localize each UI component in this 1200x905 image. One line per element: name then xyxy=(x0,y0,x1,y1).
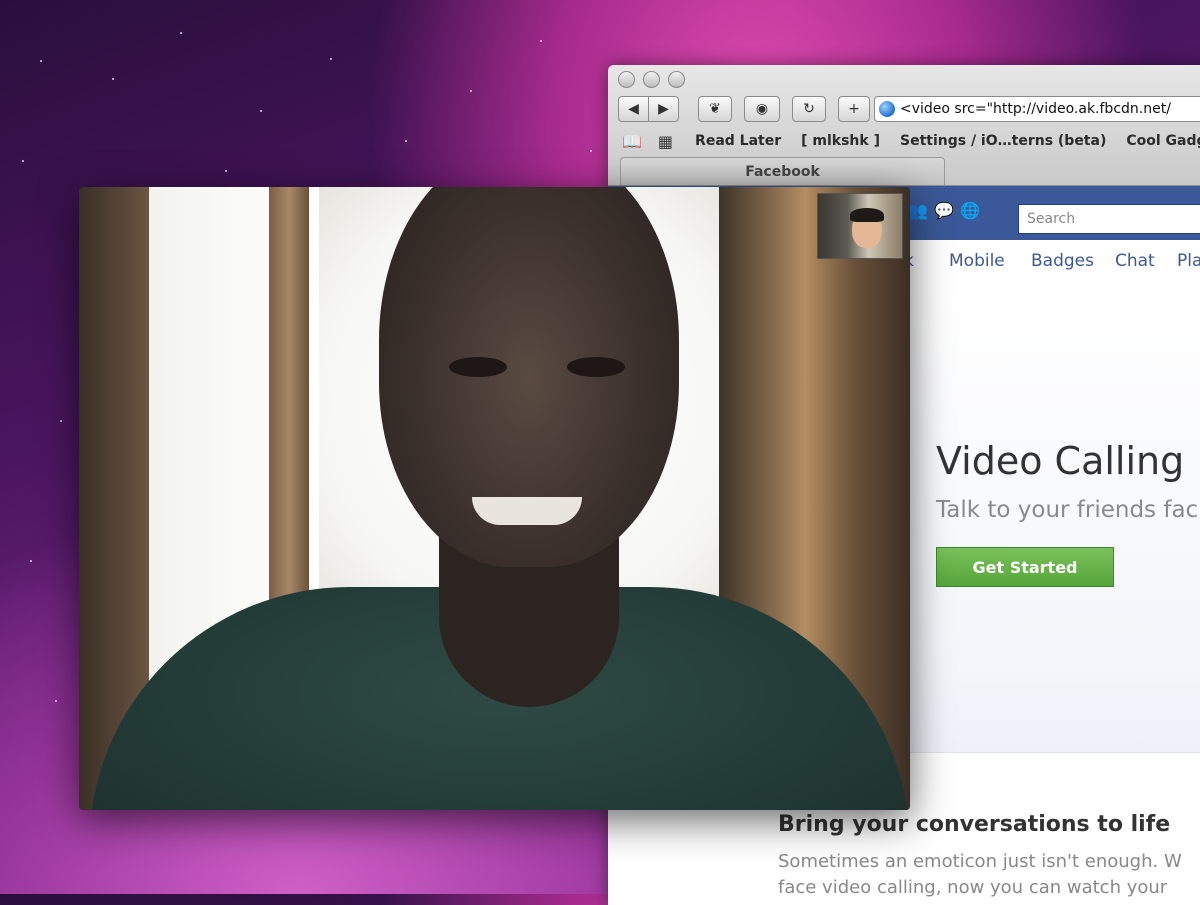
nav-link-chat[interactable]: Chat xyxy=(1115,251,1155,271)
bookmark-read-later[interactable]: Read Later xyxy=(695,133,781,149)
star xyxy=(55,700,57,702)
readlater-extension-button[interactable]: ◉ xyxy=(744,96,780,122)
bookmark-mlkshk[interactable]: [ mlkshk ] xyxy=(801,133,880,149)
minimize-window-button[interactable] xyxy=(643,71,660,88)
self-view-preview[interactable] xyxy=(817,193,903,259)
star xyxy=(260,110,262,112)
evernote-extension-button[interactable]: ❦ xyxy=(698,96,732,122)
top-sites-grid-icon[interactable]: ▦ xyxy=(658,132,673,151)
tab-bar: Facebook xyxy=(608,155,1200,185)
remote-caller-eye xyxy=(567,357,625,377)
video-background xyxy=(269,187,309,607)
browser-chrome: ◀ ▶ ❦ ◉ ↻ + <video src="http://video.ak.… xyxy=(608,65,1200,186)
description-line: face video calling, now you can watch yo… xyxy=(778,877,1168,898)
star xyxy=(40,60,42,62)
section-heading: Bring your conversations to life xyxy=(778,812,1171,837)
get-started-button[interactable]: Get Started xyxy=(936,547,1114,587)
section-description: Sometimes an emoticon just isn't enough.… xyxy=(778,849,1182,901)
star xyxy=(540,40,542,42)
notifications-globe-icon[interactable]: 🌐 xyxy=(960,202,980,220)
star xyxy=(405,140,407,142)
eye-icon: ◉ xyxy=(755,101,769,117)
nav-link-badges[interactable]: Badges xyxy=(1031,251,1094,271)
address-bar[interactable]: <video src="http://video.ak.fbcdn.net/ xyxy=(874,96,1200,122)
star xyxy=(180,32,182,34)
bookmark-cool-gadget[interactable]: Cool Gadget… xyxy=(1126,133,1200,149)
star xyxy=(470,90,472,92)
star xyxy=(22,160,24,162)
back-button[interactable]: ◀ xyxy=(618,96,649,122)
close-window-button[interactable] xyxy=(618,71,635,88)
star xyxy=(590,150,592,152)
star xyxy=(225,170,227,172)
nav-link-places[interactable]: Pla xyxy=(1177,251,1200,271)
bookmarks-bar: 📖 ▦ Read Later [ mlkshk ] Settings / iO…… xyxy=(608,129,1200,153)
page-subtitle: Talk to your friends fac xyxy=(936,497,1199,523)
elephant-icon: ❦ xyxy=(709,101,721,117)
reload-button[interactable]: ↻ xyxy=(792,96,826,122)
nav-link-mobile[interactable]: Mobile xyxy=(949,251,1005,271)
self-view-hair xyxy=(850,208,884,222)
star xyxy=(30,560,32,562)
tab-facebook[interactable]: Facebook xyxy=(620,157,945,185)
zoom-window-button[interactable] xyxy=(668,71,685,88)
window-controls xyxy=(618,71,685,88)
star xyxy=(60,420,62,422)
globe-icon xyxy=(879,101,895,117)
remote-caller-smile xyxy=(472,497,582,525)
notification-jewels: 👥 💬 🌐 xyxy=(908,202,980,220)
video-call-window[interactable] xyxy=(79,187,910,810)
page-title: Video Calling xyxy=(936,439,1185,483)
star xyxy=(112,78,114,80)
bookmark-settings[interactable]: Settings / iO…terns (beta) xyxy=(900,133,1106,149)
friend-requests-icon[interactable]: 👥 xyxy=(908,202,928,220)
reading-list-icon[interactable]: 📖 xyxy=(622,132,642,151)
forward-button[interactable]: ▶ xyxy=(648,96,679,122)
address-text: <video src="http://video.ak.fbcdn.net/ xyxy=(900,101,1171,117)
search-input[interactable]: Search xyxy=(1018,204,1200,234)
messages-icon[interactable]: 💬 xyxy=(934,202,954,220)
description-line: Sometimes an emoticon just isn't enough.… xyxy=(778,851,1182,872)
star xyxy=(330,58,332,60)
remote-caller-eye xyxy=(449,357,507,377)
add-bookmark-button[interactable]: + xyxy=(838,96,870,122)
